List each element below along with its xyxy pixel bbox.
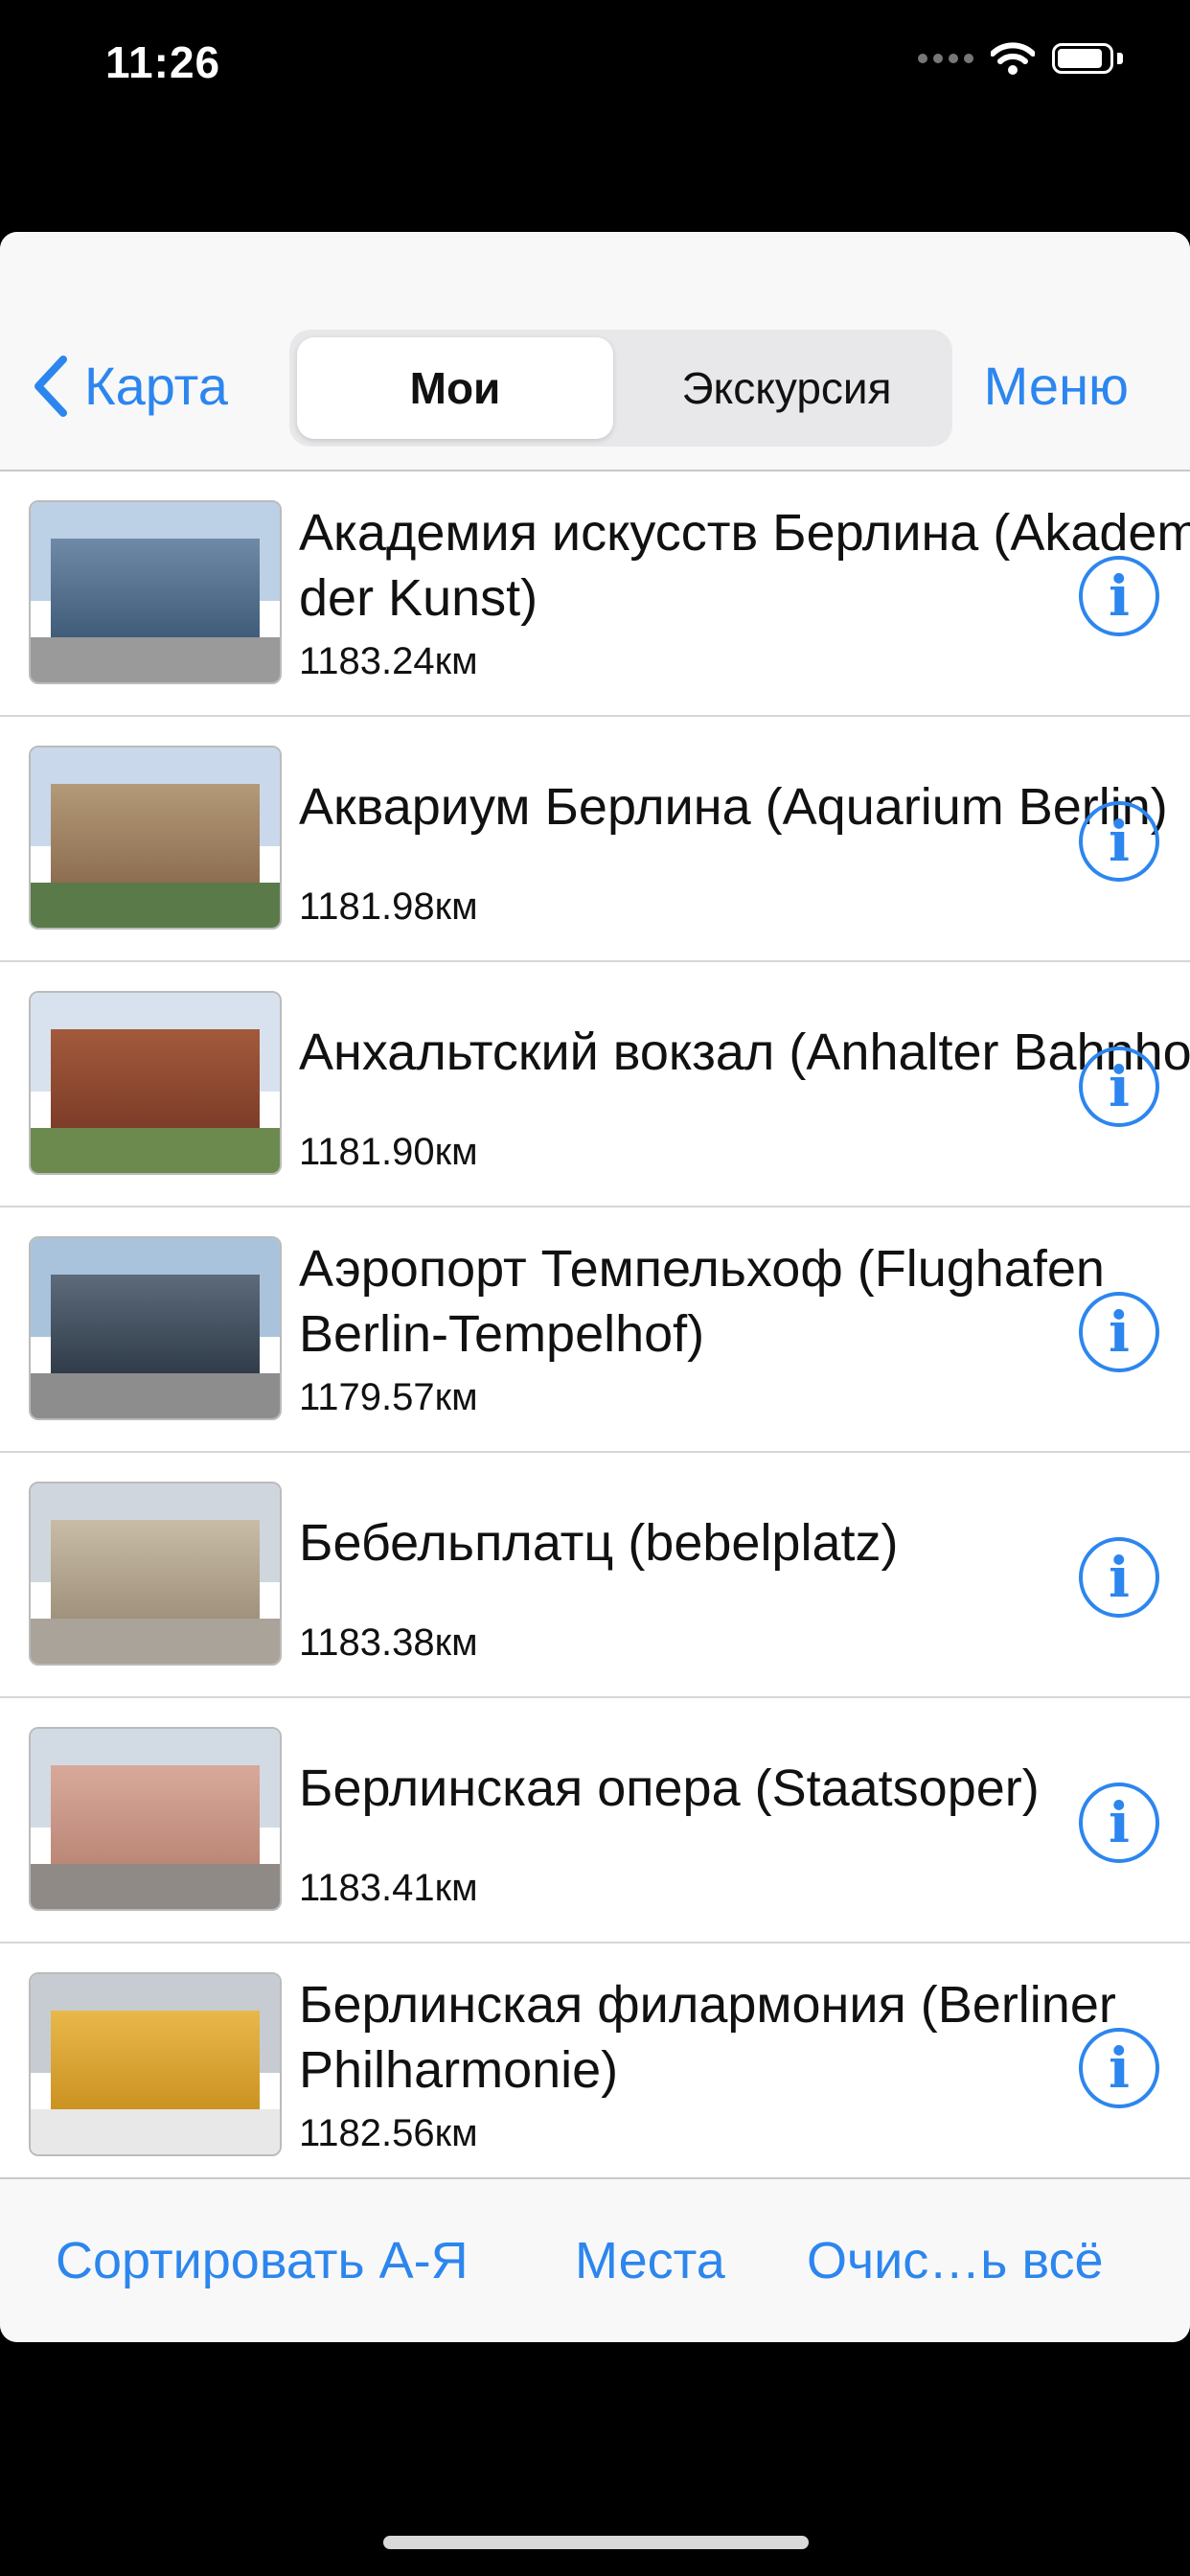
place-title: Аэропорт Темпельхоф (Flughafen Berlin-Te…	[299, 1240, 1105, 1363]
back-label: Карта	[84, 356, 228, 416]
place-distance: 1183.41км	[299, 1867, 478, 1909]
navigation-bar: Карта Мои Экскурсия Меню	[0, 232, 1190, 472]
battery-icon	[1052, 43, 1113, 74]
list-item[interactable]: Бебельплатц (bebelplatz) 1183.38км i	[0, 1453, 1190, 1698]
list-item[interactable]: Аэропорт Темпельхоф (Flughafen Berlin-Te…	[0, 1208, 1190, 1453]
places-sheet: Карта Мои Экскурсия Меню Академия искусс…	[0, 232, 1190, 2342]
place-title: Анхальтский вокзал (Anhalter Bahnhof)	[299, 1024, 1190, 1081]
place-thumbnail	[29, 1482, 282, 1666]
info-icon[interactable]: i	[1079, 1046, 1159, 1127]
clear-all-button[interactable]: Очис…ь всё	[807, 2231, 1104, 2290]
back-button[interactable]: Карта	[33, 355, 228, 417]
place-distance: 1181.90км	[299, 1131, 478, 1173]
segmented-control: Мои Экскурсия	[289, 330, 952, 447]
place-title: Бебельплатц (bebelplatz)	[299, 1514, 899, 1572]
info-icon[interactable]: i	[1079, 1292, 1159, 1372]
place-thumbnail	[29, 1236, 282, 1420]
place-title: Академия искусств Берлина (Akademie der …	[299, 504, 1190, 627]
place-distance: 1183.24км	[299, 640, 478, 682]
info-icon[interactable]: i	[1079, 556, 1159, 636]
place-distance: 1183.38км	[299, 1622, 478, 1664]
list-item[interactable]: Берлинская филармония (Berliner Philharm…	[0, 1944, 1190, 2187]
place-thumbnail	[29, 991, 282, 1175]
wifi-icon	[991, 42, 1035, 75]
info-icon[interactable]: i	[1079, 2028, 1159, 2108]
sort-button[interactable]: Сортировать А-Я	[56, 2231, 469, 2290]
place-thumbnail	[29, 1727, 282, 1911]
status-bar: 11:26	[0, 0, 1190, 134]
list-item[interactable]: Анхальтский вокзал (Anhalter Bahnhof) 11…	[0, 962, 1190, 1208]
list-item[interactable]: Аквариум Берлина (Aquarium Berlin) 1181.…	[0, 717, 1190, 962]
place-distance: 1181.98км	[299, 886, 478, 928]
status-time: 11:26	[105, 37, 221, 87]
segment-tour[interactable]: Экскурсия	[629, 337, 945, 439]
place-thumbnail	[29, 500, 282, 684]
place-thumbnail	[29, 746, 282, 930]
chevron-left-icon	[34, 355, 67, 417]
place-thumbnail	[29, 1972, 282, 2156]
battery-tip	[1117, 53, 1123, 64]
place-distance: 1179.57км	[299, 1376, 478, 1418]
places-list: Академия искусств Берлина (Akademie der …	[0, 472, 1190, 2187]
place-title: Берлинская филармония (Berliner Philharm…	[299, 1976, 1116, 2099]
place-title: Аквариум Берлина (Aquarium Berlin)	[299, 778, 1168, 836]
place-title: Берлинская опера (Staatsoper)	[299, 1760, 1040, 1817]
segment-mine[interactable]: Мои	[297, 337, 613, 439]
list-item[interactable]: Берлинская опера (Staatsoper) 1183.41км …	[0, 1698, 1190, 1944]
places-button[interactable]: Места	[575, 2231, 725, 2290]
home-indicator[interactable]	[383, 2536, 809, 2549]
cellular-signal-icon	[918, 54, 973, 63]
bottom-toolbar: Сортировать А-Я Места Очис…ь всё	[0, 2177, 1190, 2342]
info-icon[interactable]: i	[1079, 801, 1159, 882]
list-item[interactable]: Академия искусств Берлина (Akademie der …	[0, 472, 1190, 717]
info-icon[interactable]: i	[1079, 1782, 1159, 1863]
menu-button[interactable]: Меню	[984, 355, 1129, 417]
place-distance: 1182.56км	[299, 2112, 478, 2154]
status-icons	[918, 42, 1123, 75]
info-icon[interactable]: i	[1079, 1537, 1159, 1618]
